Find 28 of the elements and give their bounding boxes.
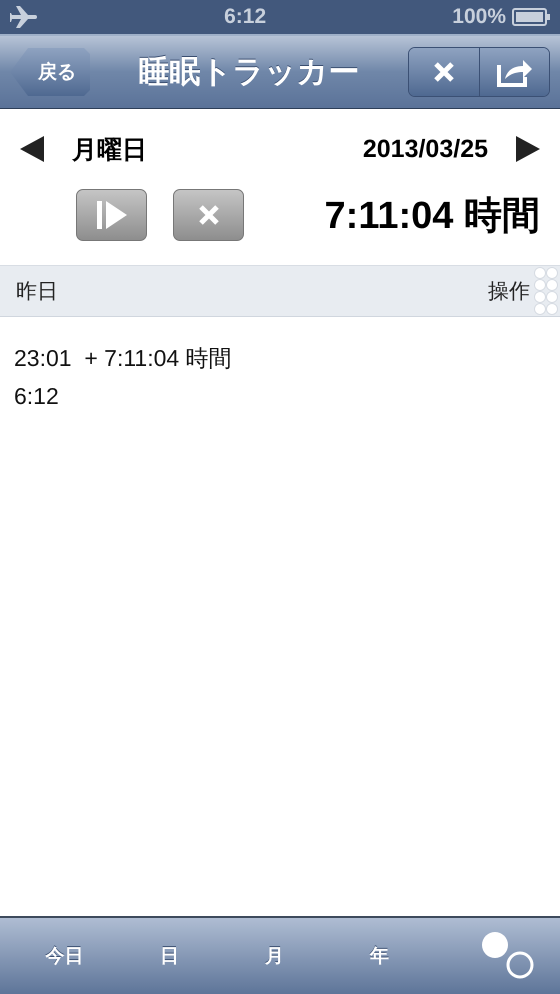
- drag-handle-icon[interactable]: [534, 267, 558, 315]
- toolbar-tab[interactable]: 月: [222, 926, 327, 986]
- total-duration: 7:11:04 時間: [324, 194, 540, 238]
- share-icon: [496, 57, 532, 87]
- back-button[interactable]: 戻る: [10, 48, 90, 96]
- battery-icon: [512, 8, 550, 26]
- clock: 6:12: [224, 5, 266, 29]
- battery-percent: 100%: [452, 5, 506, 29]
- play-icon: [96, 199, 126, 231]
- next-day-icon[interactable]: [516, 136, 540, 162]
- weekday: 月曜日: [72, 134, 147, 166]
- sleep-start-and-duration: 23:01 + 7:11:04 時間: [14, 344, 233, 373]
- screen-title: 睡眠トラッカー: [138, 53, 360, 91]
- section-label: 昨日: [16, 279, 58, 305]
- cancel-button[interactable]: [173, 189, 244, 241]
- toolbar-tab[interactable]: 日: [117, 926, 222, 986]
- close-button[interactable]: [409, 48, 479, 96]
- actions-label: 操作: [488, 279, 530, 305]
- toolbar-tab[interactable]: 今日: [12, 926, 117, 986]
- toolbar-tab[interactable]: 年: [327, 926, 432, 986]
- airplane-icon: [10, 5, 38, 29]
- close-icon: [198, 204, 220, 226]
- date: 2013/03/25: [362, 134, 488, 164]
- close-icon: [433, 61, 455, 83]
- wake-time: 6:12: [14, 382, 60, 411]
- share-button[interactable]: [479, 48, 549, 96]
- start-button[interactable]: [76, 189, 147, 241]
- previous-day-icon[interactable]: [20, 136, 44, 162]
